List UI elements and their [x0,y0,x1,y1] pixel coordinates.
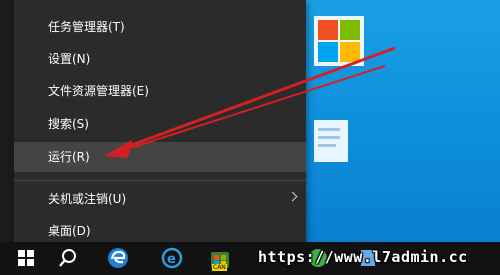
menu-item-label: 桌面(D) [48,224,91,238]
start-strip [0,0,14,242]
ie-icon[interactable]: e [160,246,184,270]
menu-item-label: 关机或注销(U) [48,192,127,206]
chevron-right-icon [287,191,298,202]
menu-item-label: 搜索(S) [48,117,89,131]
menu-separator [14,180,306,181]
start-button[interactable] [14,246,38,270]
menu-item-label: 运行(R) [48,150,90,164]
winx-context-menu: 任务管理器(T) 设置(N) 文件资源管理器(E) 搜索(S) 运行(R) 关机… [14,0,306,250]
menu-item-shutdown[interactable]: 关机或注销(U) [14,184,306,214]
edge-icon[interactable] [106,246,130,270]
watermark-text: https://www.l7admin.cc [258,248,468,266]
desktop-file-icon[interactable] [314,120,354,166]
svg-text:e: e [167,252,176,267]
menu-item-label: 任务管理器(T) [48,20,125,34]
desktop-app-icon[interactable] [314,16,364,66]
menu-item-label: 文件资源管理器(E) [48,84,149,98]
store-icon[interactable]: CAN [208,246,232,271]
game-badge: CAN [212,264,227,271]
menu-item-label: 设置(N) [48,52,91,66]
search-icon[interactable] [56,246,80,270]
menu-item-file-explorer[interactable]: 文件资源管理器(E) [14,76,306,106]
menu-item-settings[interactable]: 设置(N) [14,44,306,74]
menu-item-search[interactable]: 搜索(S) [14,109,306,139]
menu-item-task-manager[interactable]: 任务管理器(T) [14,12,306,42]
menu-item-run[interactable]: 运行(R) [14,142,306,172]
